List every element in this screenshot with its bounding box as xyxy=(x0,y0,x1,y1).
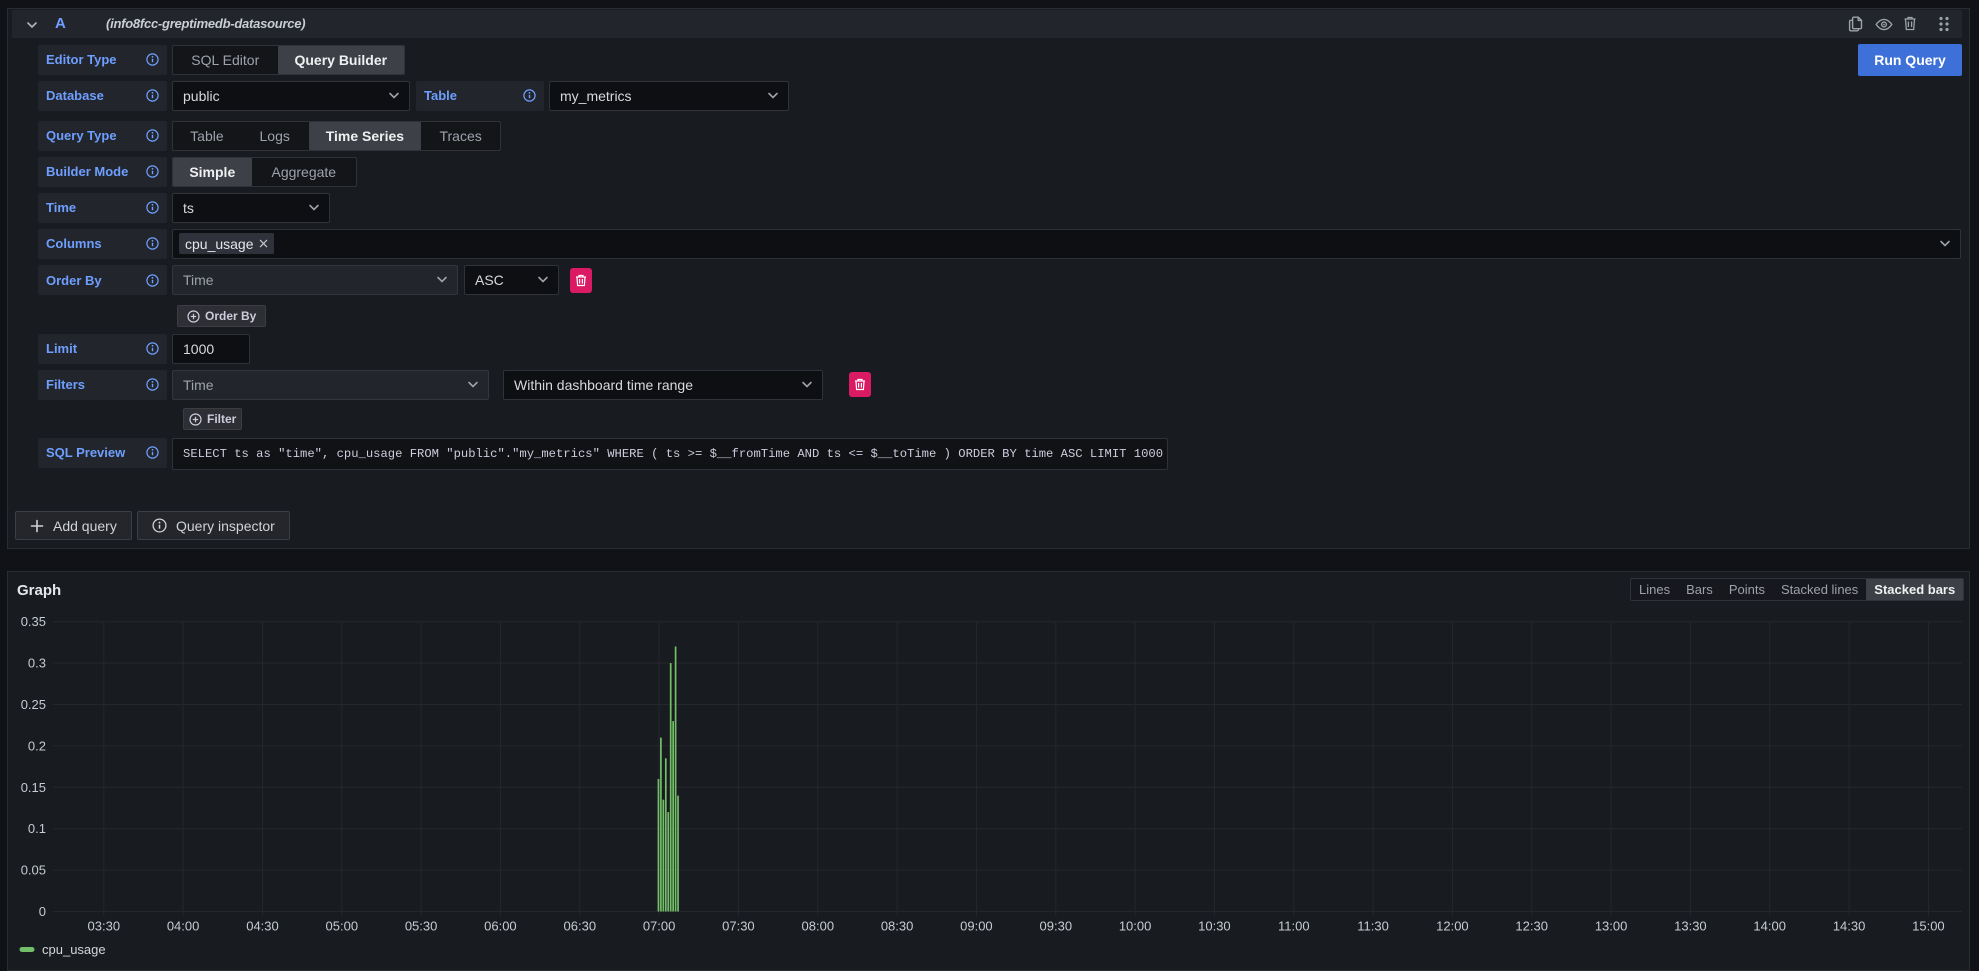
svg-text:13:00: 13:00 xyxy=(1595,919,1628,934)
svg-text:11:30: 11:30 xyxy=(1357,919,1389,934)
svg-text:11:00: 11:00 xyxy=(1278,919,1310,934)
svg-text:04:00: 04:00 xyxy=(167,919,200,934)
svg-text:06:30: 06:30 xyxy=(564,919,597,934)
svg-text:0.35: 0.35 xyxy=(21,614,46,629)
svg-text:04:30: 04:30 xyxy=(246,919,279,934)
svg-text:0.15: 0.15 xyxy=(21,780,46,795)
svg-text:08:00: 08:00 xyxy=(802,919,835,934)
svg-text:12:00: 12:00 xyxy=(1436,919,1469,934)
svg-text:14:00: 14:00 xyxy=(1753,919,1786,934)
svg-text:0.25: 0.25 xyxy=(21,697,46,712)
svg-text:0.3: 0.3 xyxy=(28,656,46,671)
svg-text:09:30: 09:30 xyxy=(1040,919,1073,934)
svg-text:05:30: 05:30 xyxy=(405,919,438,934)
svg-text:07:00: 07:00 xyxy=(643,919,676,934)
svg-text:14:30: 14:30 xyxy=(1833,919,1866,934)
svg-text:08:30: 08:30 xyxy=(881,919,914,934)
svg-text:0: 0 xyxy=(39,904,46,919)
svg-text:0.2: 0.2 xyxy=(28,738,46,753)
svg-text:13:30: 13:30 xyxy=(1674,919,1707,934)
svg-text:15:00: 15:00 xyxy=(1912,919,1945,934)
svg-text:09:00: 09:00 xyxy=(960,919,993,934)
svg-text:0.05: 0.05 xyxy=(21,863,46,878)
svg-text:10:00: 10:00 xyxy=(1119,919,1152,934)
svg-text:0.1: 0.1 xyxy=(28,821,46,836)
svg-text:07:30: 07:30 xyxy=(722,919,755,934)
svg-text:06:00: 06:00 xyxy=(484,919,517,934)
svg-text:05:00: 05:00 xyxy=(326,919,359,934)
svg-text:03:30: 03:30 xyxy=(88,919,121,934)
svg-text:10:30: 10:30 xyxy=(1198,919,1231,934)
svg-text:cpu_usage: cpu_usage xyxy=(42,942,106,957)
svg-text:12:30: 12:30 xyxy=(1515,919,1548,934)
